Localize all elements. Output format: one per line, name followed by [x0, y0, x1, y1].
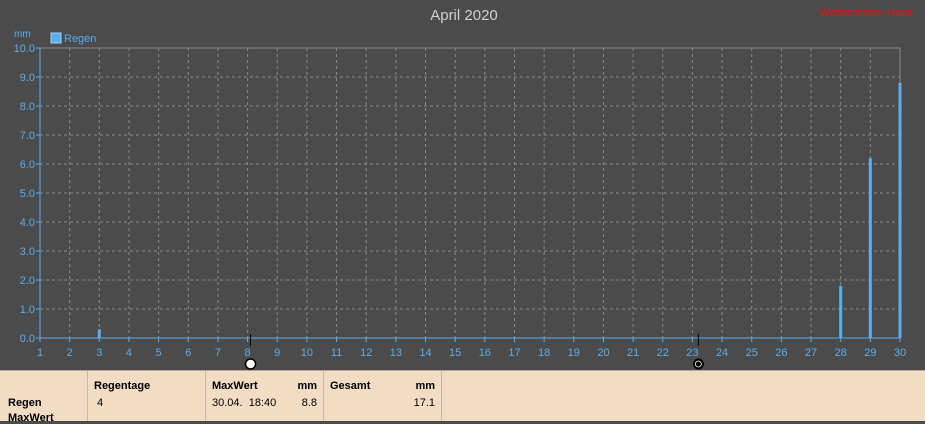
x-tick-label: 3 — [96, 347, 102, 359]
grid — [40, 47, 900, 338]
rain-chart: April 2020 Wetterstation Hans mm Regen 0… — [14, 7, 914, 370]
x-tick-label: 4 — [126, 347, 132, 359]
x-tick-label: 29 — [864, 347, 876, 359]
y-tick-label: 8.0 — [20, 101, 35, 113]
y-tick-label: 5.0 — [20, 188, 35, 200]
summary-panel: Regen MaxWert Regentage 4 MaxWert mm 30.… — [0, 370, 925, 424]
x-tick-label: 30 — [894, 347, 906, 359]
regentage-value: 4 — [97, 397, 104, 409]
watermark-text: Wetterstation Hans — [820, 7, 914, 19]
y-tick-label: 2.0 — [20, 275, 35, 287]
y-tick-label: 10.0 — [14, 43, 35, 55]
x-tick-label: 22 — [657, 347, 669, 359]
gesamt-header: Gesamt — [330, 380, 371, 392]
maxwert-date: 30.04. 18:40 — [212, 397, 277, 409]
y-tick-label: 9.0 — [20, 72, 35, 84]
x-tick-label: 12 — [360, 347, 372, 359]
x-tick-label: 10 — [301, 347, 313, 359]
chart-title: April 2020 — [430, 7, 498, 24]
x-tick-labels: 1 2 3 4 5 6 7 8 9 10 11 12 13 14 15 16 17 18 19 20 21 22 23 24 2… — [37, 347, 906, 359]
y-axis-unit-label: mm — [14, 29, 31, 40]
x-tick-label: 14 — [419, 347, 431, 359]
summary-maxwert-cell: MaxWert mm 30.04. 18:40 8.8 — [206, 371, 324, 421]
x-tick-label: 1 — [37, 347, 43, 359]
axes — [36, 47, 901, 342]
rain-bar — [868, 158, 872, 338]
y-tick-label: 3.0 — [20, 246, 35, 258]
x-tick-label: 7 — [215, 347, 221, 359]
x-tick-label: 28 — [835, 347, 847, 359]
y-tick-label: 1.0 — [20, 304, 35, 316]
maxwert-value: 8.8 — [301, 397, 317, 409]
x-tick-label: 25 — [746, 347, 758, 359]
x-tick-label: 18 — [538, 347, 550, 359]
gesamt-value: 17.1 — [413, 397, 435, 409]
x-tick-label: 21 — [627, 347, 639, 359]
x-tick-label: 20 — [597, 347, 609, 359]
rain-bar — [839, 285, 843, 338]
x-tick-label: 13 — [390, 347, 402, 359]
x-tick-label: 15 — [449, 347, 461, 359]
x-tick-label: 6 — [185, 347, 191, 359]
x-tick-label: 23 — [686, 347, 698, 359]
x-tick-label: 5 — [156, 347, 162, 359]
x-tick-label: 16 — [479, 347, 491, 359]
x-tick-label: 11 — [331, 347, 342, 359]
x-tick-label: 24 — [716, 347, 728, 359]
x-tick-label: 2 — [67, 347, 73, 359]
legend-swatch — [50, 32, 62, 44]
x-tick-label: 9 — [274, 347, 280, 359]
rain-bar — [97, 329, 101, 338]
x-tick-label: 19 — [568, 347, 580, 359]
x-tick-label: 17 — [508, 347, 520, 359]
y-tick-label: 0.0 — [20, 333, 35, 345]
legend-label: Regen — [64, 33, 96, 45]
y-tick-label: 6.0 — [20, 159, 35, 171]
regentage-header: Regentage — [94, 380, 151, 392]
maxwert-unit: mm — [297, 380, 317, 392]
x-tick-label: 26 — [775, 347, 787, 359]
summary-gesamt-cell: Gesamt mm 17.1 — [324, 371, 442, 421]
x-tick-label: 27 — [805, 347, 817, 359]
full-moon-icon — [244, 358, 257, 370]
maxwert-header: MaxWert — [212, 380, 258, 392]
y-tick-label: 4.0 — [20, 217, 35, 229]
summary-label-column — [0, 371, 88, 421]
rain-bar — [898, 82, 902, 338]
new-moon-icon — [692, 358, 704, 370]
x-tick-label: 8 — [245, 347, 251, 359]
y-tick-labels: 0.0 1.0 2.0 3.0 4.0 5.0 6.0 7.0 8.0 9.0 10.0 — [14, 43, 35, 345]
gesamt-unit: mm — [415, 380, 435, 392]
y-tick-label: 7.0 — [20, 130, 35, 142]
summary-regentage-cell: Regentage 4 — [87, 371, 206, 421]
